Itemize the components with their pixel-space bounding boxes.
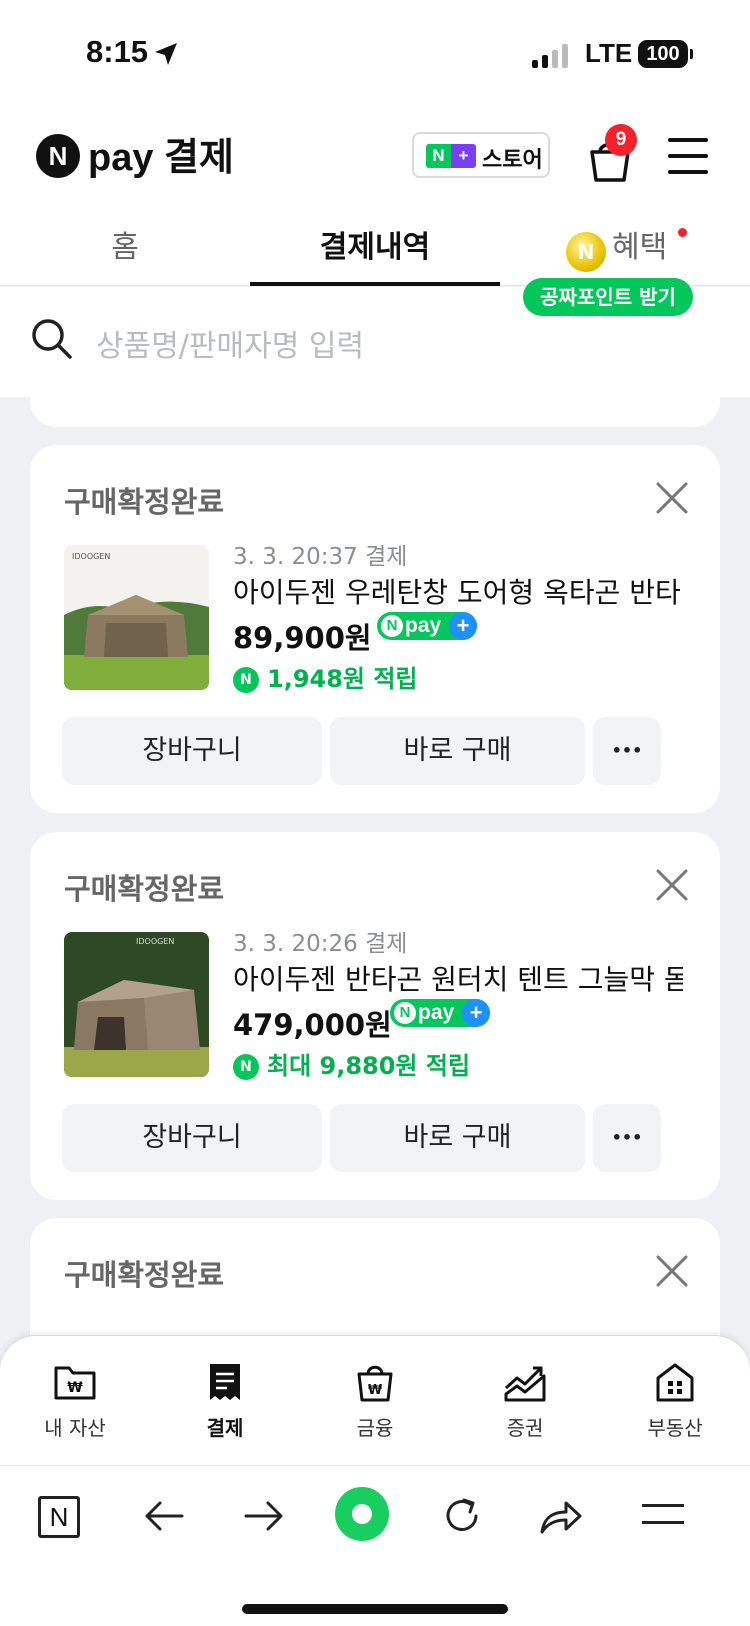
status-bar: 8:15 LTE 100 (0, 0, 750, 110)
more-options-button[interactable]: ••• (593, 1104, 661, 1172)
store-label: 스토어 (482, 148, 543, 173)
browser-toolbar: N (0, 1465, 750, 1626)
clock: 8:15 (86, 34, 149, 69)
close-icon[interactable] (655, 868, 689, 902)
plus-icon: + (462, 999, 490, 1027)
product-thumbnail[interactable]: IDOOGEN (64, 932, 209, 1077)
tab-home[interactable]: 홈 (0, 210, 250, 286)
npay-n-icon: N (381, 615, 403, 637)
building-icon (656, 1363, 694, 1402)
receipt-icon (210, 1364, 240, 1400)
location-arrow-icon (155, 43, 177, 65)
npay-plus-badge: N pay + (390, 999, 490, 1027)
nplus-icon: N + (426, 144, 476, 168)
notification-dot (678, 228, 687, 237)
order-status: 구매확정완료 (64, 485, 225, 519)
home-indicator (242, 1604, 508, 1614)
order-status: 구매확정완료 (64, 872, 225, 906)
nav-label: 금융 (356, 1416, 394, 1440)
naver-logo-icon[interactable]: N (36, 134, 80, 178)
folder-won-icon: ₩ (54, 1366, 96, 1400)
n-coin-icon: N (566, 232, 606, 272)
npay-badge-text: pay (418, 1001, 455, 1024)
payment-date: 3. 3. 20:37 결제 (233, 544, 408, 570)
close-icon[interactable] (655, 1254, 689, 1288)
hamburger-menu-icon[interactable] (668, 138, 708, 174)
signal-icon (532, 44, 572, 68)
plus-icon: + (449, 612, 477, 640)
menu-icon[interactable] (642, 1504, 684, 1526)
bottom-navigation: ₩ 내 자산 결제 ₩ 금융 증권 부동산 (0, 1335, 750, 1465)
order-status: 구매확정완료 (64, 1258, 225, 1292)
product-thumbnail[interactable]: IDOOGEN (64, 545, 209, 690)
battery-icon: 100 (638, 40, 693, 68)
point-reward: N 1,948원 적립 (233, 659, 418, 694)
buy-now-button[interactable]: 바로 구매 (330, 1104, 585, 1172)
point-reward-text: 1,948원 적립 (267, 665, 418, 693)
product-title[interactable]: 아이두젠 반타곤 원터치 텐트 그늘막 돔 ... (233, 958, 683, 998)
brand-text: IDOOGEN (136, 937, 174, 946)
npay-n-icon: N (394, 1002, 416, 1024)
buy-now-button[interactable]: 바로 구매 (330, 717, 585, 785)
order-card: 구매확정완료 IDOOGEN 3. 3. 20:26 결제 아이두젠 반타곤 원… (30, 832, 720, 1200)
npoint-icon: N (233, 1054, 259, 1080)
product-price: 479,000원 (233, 1008, 392, 1042)
search-icon (32, 319, 72, 359)
refresh-icon[interactable] (440, 1494, 484, 1538)
tent-image: IDOOGEN (64, 932, 209, 1077)
nav-my-assets[interactable]: ₩ 내 자산 (20, 1362, 130, 1441)
svg-text:₩: ₩ (67, 1380, 83, 1396)
search-input[interactable]: 상품명/판매자명 입력 (96, 321, 364, 365)
close-icon[interactable] (655, 481, 689, 515)
nplus-left: N (432, 146, 445, 165)
tab-benefits[interactable]: 혜택 (500, 210, 750, 286)
tab-benefits-label: 혜택 (612, 230, 668, 265)
point-reward-text: 최대 9,880원 적립 (267, 1052, 471, 1080)
add-to-cart-button[interactable]: 장바구니 (62, 717, 322, 785)
payment-date: 3. 3. 20:26 결제 (233, 931, 408, 957)
store-button[interactable]: N + 스토어 (412, 132, 550, 178)
nav-real-estate[interactable]: 부동산 (620, 1362, 730, 1441)
brand-text: IDOOGEN (72, 552, 110, 561)
nav-label: 내 자산 (44, 1416, 106, 1440)
naver-home-icon[interactable]: N (38, 1496, 80, 1538)
app-header: N pay 결제 N + 스토어 9 (0, 110, 750, 210)
order-card: 구매확정완료 IDOOGEN 3. 3. 20:37 결제 아이두젠 우레탄창 … (30, 445, 720, 813)
nav-label: 부동산 (647, 1416, 703, 1440)
npay-plus-badge: N pay + (377, 612, 477, 640)
network-label: LTE (585, 38, 633, 68)
more-options-button[interactable]: ••• (593, 717, 661, 785)
stock-chart-icon (504, 1366, 546, 1402)
nplus-right: + (458, 146, 469, 165)
nav-label: 증권 (506, 1416, 544, 1440)
add-to-cart-button[interactable]: 장바구니 (62, 1104, 322, 1172)
svg-text:₩: ₩ (368, 1383, 383, 1398)
tab-payment-history[interactable]: 결제내역 (250, 210, 500, 286)
npoint-icon: N (233, 667, 259, 693)
cart-count-badge: 9 (605, 124, 637, 156)
nav-label: 결제 (206, 1416, 244, 1440)
green-dot-button-icon[interactable] (334, 1486, 390, 1542)
share-arrow-icon[interactable] (538, 1494, 584, 1538)
bag-won-icon: ₩ (357, 1365, 393, 1402)
point-reward: N 최대 9,880원 적립 (233, 1046, 470, 1081)
product-title[interactable]: 아이두젠 우레탄창 도어형 옥타곤 반타 ... (233, 571, 683, 611)
nav-stocks[interactable]: 증권 (470, 1362, 580, 1441)
npay-badge-text: pay (405, 614, 442, 637)
product-price: 89,900원 (233, 621, 372, 655)
order-card-previous (30, 370, 720, 427)
nav-finance[interactable]: ₩ 금융 (320, 1362, 430, 1441)
tab-bar: 홈 결제내역 혜택 N (0, 210, 750, 286)
forward-arrow-icon[interactable] (242, 1494, 286, 1538)
nav-payment[interactable]: 결제 (170, 1362, 280, 1441)
tent-image: IDOOGEN (64, 545, 209, 690)
app-title[interactable]: pay 결제 (88, 126, 234, 181)
back-arrow-icon[interactable] (142, 1494, 186, 1538)
free-points-bubble[interactable]: 공짜포인트 받기 (523, 278, 693, 316)
